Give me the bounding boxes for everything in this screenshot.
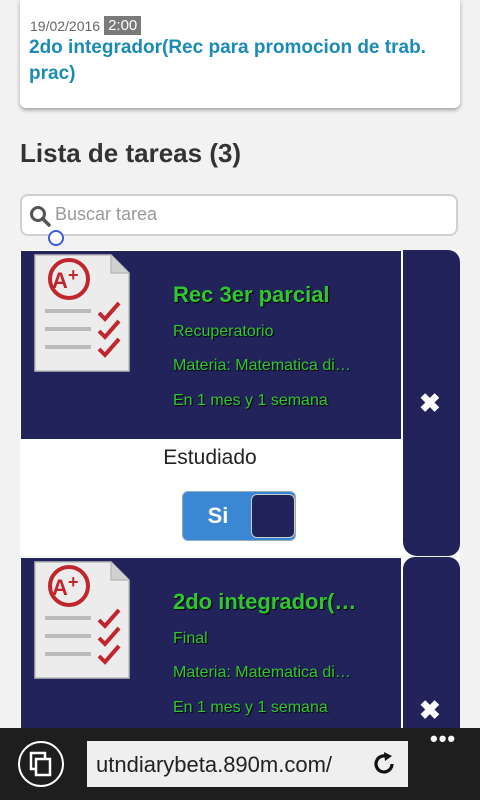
close-icon: ✖ — [419, 388, 441, 418]
refresh-icon[interactable] — [371, 751, 397, 782]
event-date: 19/02/2016 — [30, 17, 101, 34]
url-text: utndiarybeta.890m.com/ — [96, 752, 333, 777]
svg-text:+: + — [68, 265, 79, 285]
toggle-knob[interactable] — [251, 494, 295, 538]
search-box[interactable] — [20, 194, 458, 236]
grade-a-plus-checklist-icon: A + — [33, 560, 133, 685]
event-title-link[interactable]: 2do integrador(Rec para promocion de tra… — [29, 35, 449, 87]
task-due: En 1 mes y 1 semana — [173, 392, 328, 409]
search-icon — [29, 205, 51, 232]
text-cursor-handle[interactable] — [48, 230, 64, 246]
tabs-button[interactable] — [18, 741, 64, 787]
close-icon: ✖ — [419, 695, 441, 725]
task-title: Rec 3er parcial — [173, 282, 330, 307]
browser-address-bar: utndiarybeta.890m.com/ ••• — [0, 726, 480, 800]
toggle-label: Si — [207, 503, 229, 528]
task-subject: Materia: Matematica di… — [173, 357, 351, 374]
task-main-area[interactable]: A + Rec 3er parcial Recuperatorio Materi… — [21, 251, 401, 439]
task-title: 2do integrador(… — [173, 589, 357, 614]
delete-task-button[interactable]: ✖ — [403, 250, 460, 556]
svg-text:+: + — [68, 572, 79, 592]
url-field[interactable]: utndiarybeta.890m.com/ — [87, 741, 408, 787]
svg-text:A: A — [52, 575, 68, 600]
section-title: Lista de tareas (3) — [20, 138, 242, 168]
task-subject: Materia: Matematica di… — [173, 664, 351, 681]
task-card: A + Rec 3er parcial Recuperatorio Materi… — [20, 250, 460, 556]
task-type: Final — [173, 630, 208, 647]
event-time-badge: 2:00 — [104, 16, 142, 35]
studied-label: Estudiado — [163, 446, 257, 469]
date-line: 19/02/2016 2:00 — [30, 16, 142, 35]
search-input[interactable] — [55, 204, 445, 225]
top-event-card[interactable]: 19/02/2016 2:00 2do integrador(Rec para … — [20, 0, 460, 108]
grade-a-plus-checklist-icon: A + — [33, 253, 133, 378]
task-type: Recuperatorio — [173, 323, 274, 340]
more-icon[interactable]: ••• — [430, 726, 456, 752]
studied-toggle[interactable]: Si — [182, 491, 296, 541]
task-due: En 1 mes y 1 semana — [173, 699, 328, 716]
svg-text:A: A — [52, 268, 68, 293]
